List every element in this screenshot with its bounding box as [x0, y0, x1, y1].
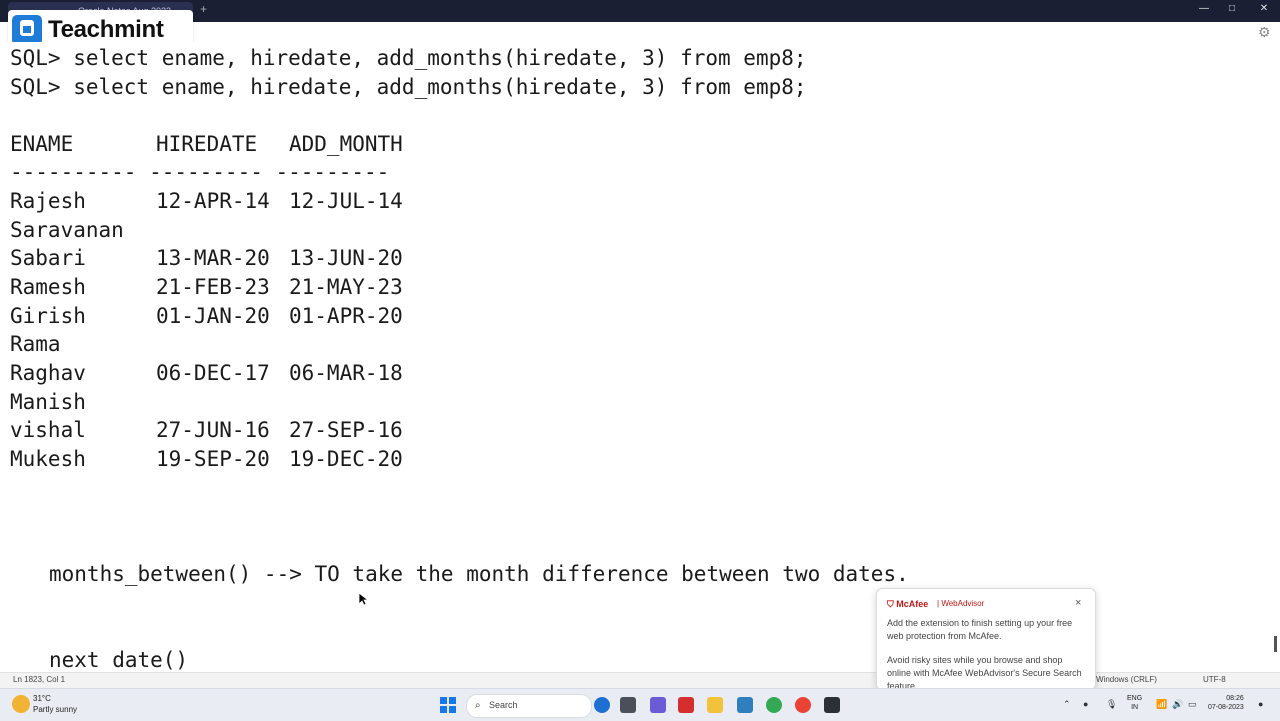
encoding[interactable]: UTF-8: [1203, 675, 1226, 684]
table-cell: Raghav: [10, 361, 86, 385]
battery-icon[interactable]: ▭: [1188, 699, 1197, 710]
minimize-button[interactable]: —: [1194, 3, 1214, 14]
new-tab-button[interactable]: +: [200, 2, 207, 16]
teachmint-logo-icon: [12, 15, 42, 45]
notification-icon[interactable]: ●: [1258, 699, 1263, 709]
table-cell: 21-FEB-23: [156, 275, 270, 299]
mcafee-product-text: WebAdvisor: [941, 599, 985, 608]
note-next-date: next date(): [49, 648, 189, 672]
language-indicator[interactable]: ENG IN: [1127, 694, 1142, 712]
terminal-icon[interactable]: [824, 697, 840, 713]
table-cell: 13-MAR-20: [156, 246, 270, 270]
notepad-icon[interactable]: [737, 697, 753, 713]
mcafee-notification[interactable]: ⛉ McAfee | WebAdvisor × Add the extensio…: [876, 588, 1096, 690]
mcafee-message-2: Avoid risky sites while you browse and s…: [887, 655, 1082, 690]
note-months-between: months_between() --> TO take the month d…: [49, 562, 909, 586]
windows-logo-icon: [449, 697, 456, 704]
maximize-button[interactable]: □: [1222, 3, 1242, 14]
table-cell: Manish: [10, 390, 86, 414]
table-cell: 27-SEP-16: [289, 418, 403, 442]
mouse-cursor-icon: [358, 592, 368, 606]
table-cell: 19-SEP-20: [156, 447, 270, 471]
table-cell: Mukesh: [10, 447, 86, 471]
mcafee-message-1: Add the extension to finish setting up y…: [887, 618, 1073, 641]
windows-logo-icon: [440, 706, 447, 713]
table-cell: 13-JUN-20: [289, 246, 403, 270]
command-line-2: SQL> select ename, hiredate, add_months(…: [10, 75, 807, 99]
teachmint-logo-text: Teachmint: [48, 16, 164, 43]
close-icon[interactable]: ×: [1075, 597, 1081, 609]
weather-temp[interactable]: 31°C: [33, 694, 51, 703]
language-primary: ENG: [1127, 695, 1143, 702]
table-cell: Rajesh: [10, 189, 86, 213]
editor-content[interactable]: SQL> select ename, hiredate, add_months(…: [0, 42, 1270, 672]
chrome-profile-icon[interactable]: [795, 697, 811, 713]
close-button[interactable]: ✕: [1254, 3, 1274, 14]
table-cell: 06-DEC-17: [156, 361, 270, 385]
taskbar: 31°C Partly sunny ⌕ Search ⌃ ● 🎙 ENG IN …: [0, 688, 1280, 721]
command-line-1: SQL> select ename, hiredate, add_months(…: [10, 46, 807, 70]
windows-logo-icon: [449, 706, 456, 713]
table-cell: 12-JUL-14: [289, 189, 403, 213]
header-add-month: ADD_MONTH: [289, 132, 403, 156]
wps-office-icon[interactable]: [678, 697, 694, 713]
table-cell: vishal: [10, 418, 86, 442]
table-cell: 27-JUN-16: [156, 418, 270, 442]
bing-icon[interactable]: [594, 697, 610, 713]
weather-desc[interactable]: Partly sunny: [33, 705, 77, 714]
search-placeholder: Search: [489, 700, 518, 710]
taskbar-search[interactable]: ⌕ Search: [466, 694, 592, 718]
chrome-icon[interactable]: [766, 697, 782, 713]
clock[interactable]: 08:26 07-08-2023: [1208, 694, 1244, 712]
wifi-icon[interactable]: 📶: [1156, 699, 1167, 710]
microphone-icon[interactable]: 🎙: [1106, 699, 1117, 710]
table-cell: Sabari: [10, 246, 86, 270]
teams-icon[interactable]: [650, 697, 666, 713]
chevron-up-icon[interactable]: ⌃: [1063, 699, 1071, 710]
table-cell: 21-MAY-23: [289, 275, 403, 299]
header-ename: ENAME: [10, 132, 74, 156]
table-cell: 01-JAN-20: [156, 304, 270, 328]
table-cell: 19-DEC-20: [289, 447, 403, 471]
table-cell: 12-APR-14: [156, 189, 270, 213]
mcafee-brand-text: McAfee: [896, 599, 929, 609]
clock-date: 07-08-2023: [1208, 704, 1244, 711]
line-ending[interactable]: Windows (CRLF): [1096, 675, 1157, 684]
table-cell: 06-MAR-18: [289, 361, 403, 385]
start-button[interactable]: [440, 697, 456, 713]
windows-logo-icon: [440, 697, 447, 704]
scrollbar-thumb[interactable]: [1274, 636, 1277, 652]
table-cell: 01-APR-20: [289, 304, 403, 328]
mcafee-brand: ⛉ McAfee: [887, 599, 928, 610]
header-hiredate: HIREDATE: [156, 132, 258, 156]
file-explorer-icon[interactable]: [707, 697, 723, 713]
mcafee-tray-icon[interactable]: ●: [1083, 699, 1088, 709]
search-icon: ⌕: [475, 700, 481, 711]
table-cell: Girish: [10, 304, 86, 328]
table-cell: Rama: [10, 332, 61, 356]
mcafee-shield-icon: ⛉: [887, 599, 894, 609]
table-cell: Saravanan: [10, 218, 124, 242]
header-separator: ---------- --------- ---------: [10, 160, 390, 184]
cursor-position[interactable]: Ln 1823, Col 1: [13, 675, 65, 684]
clock-time: 08:26: [1226, 695, 1244, 702]
language-secondary: IN: [1131, 704, 1139, 711]
task-view-icon[interactable]: [620, 697, 636, 713]
table-cell: Ramesh: [10, 275, 86, 299]
mcafee-product: | WebAdvisor: [937, 599, 985, 608]
weather-icon[interactable]: [12, 695, 30, 713]
gear-icon[interactable]: ⚙: [1258, 24, 1271, 41]
volume-icon[interactable]: 🔊: [1172, 699, 1183, 710]
